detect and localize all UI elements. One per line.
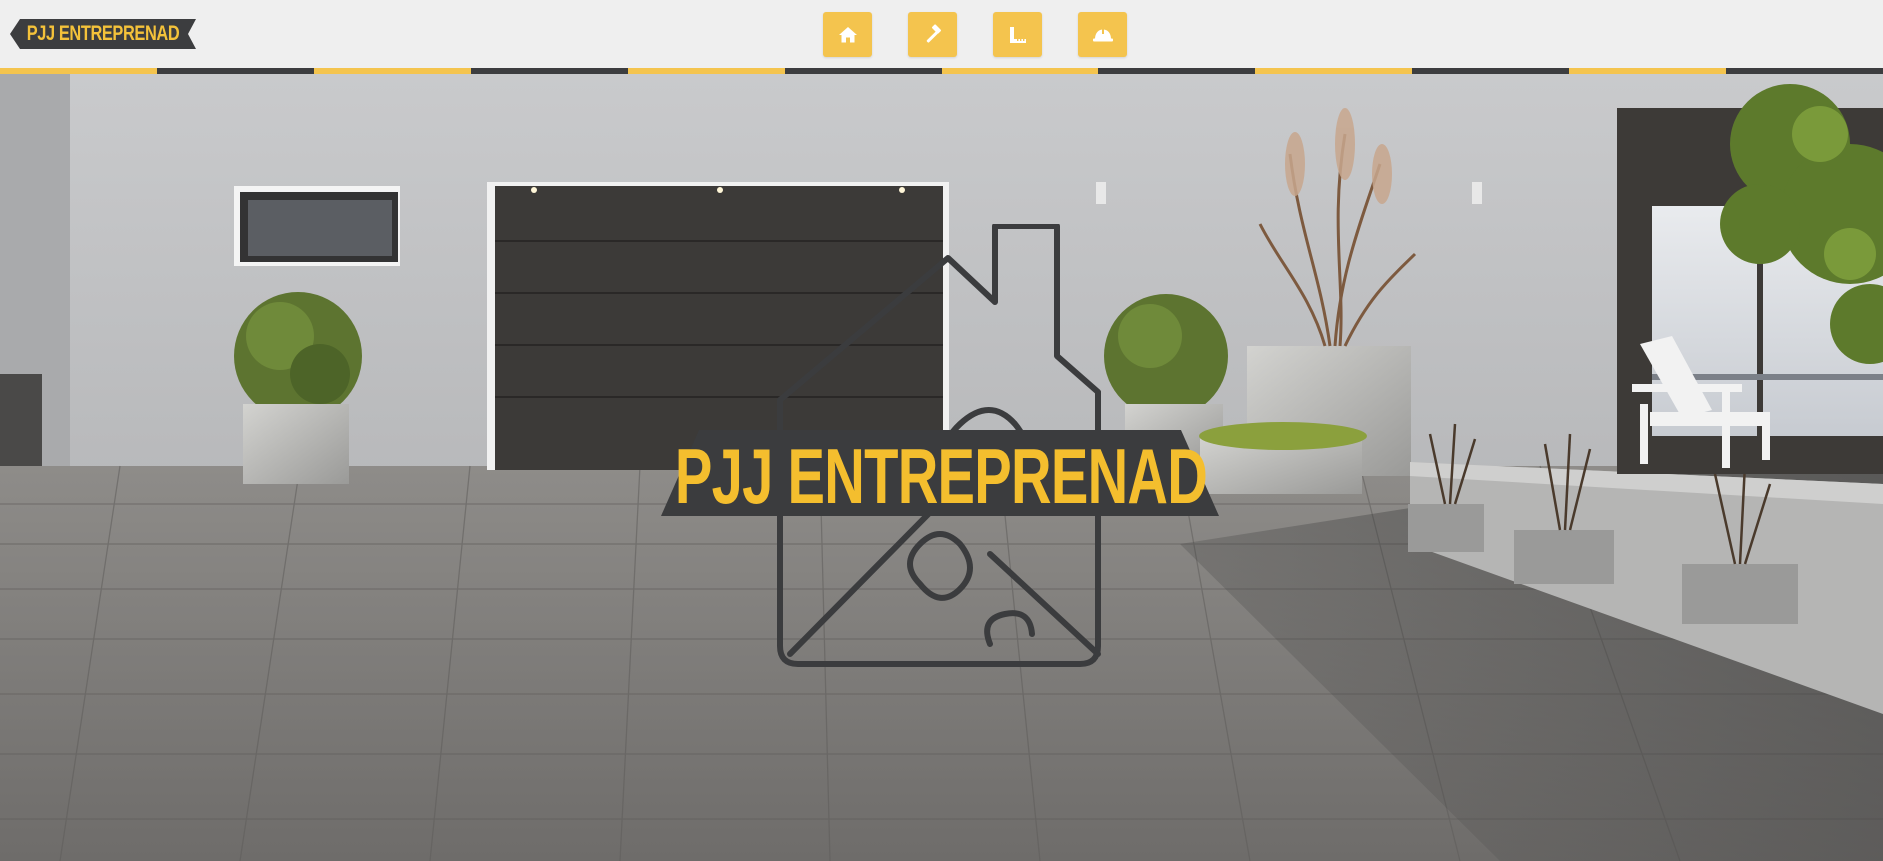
main-nav	[823, 12, 1127, 57]
hero-section: PJJ ENTREPRENAD	[0, 74, 1883, 861]
top-bar: PJJ ENTREPRENAD	[0, 0, 1883, 70]
nav-ruler-button[interactable]	[993, 12, 1042, 57]
nav-hammer-button[interactable]	[908, 12, 957, 57]
hammer-icon	[926, 23, 941, 43]
nav-home-button[interactable]	[823, 12, 872, 57]
hero-logo-text: PJJ ENTREPRENAD	[674, 431, 1208, 520]
hard-hat-icon	[1092, 28, 1113, 41]
header-logo-link[interactable]: PJJ ENTREPRENAD	[10, 19, 196, 49]
nav-hard-hat-button[interactable]	[1078, 12, 1127, 57]
ruler-icon	[1009, 26, 1026, 43]
header-logo-text: PJJ ENTREPRENAD	[26, 22, 180, 45]
home-icon	[838, 26, 857, 42]
